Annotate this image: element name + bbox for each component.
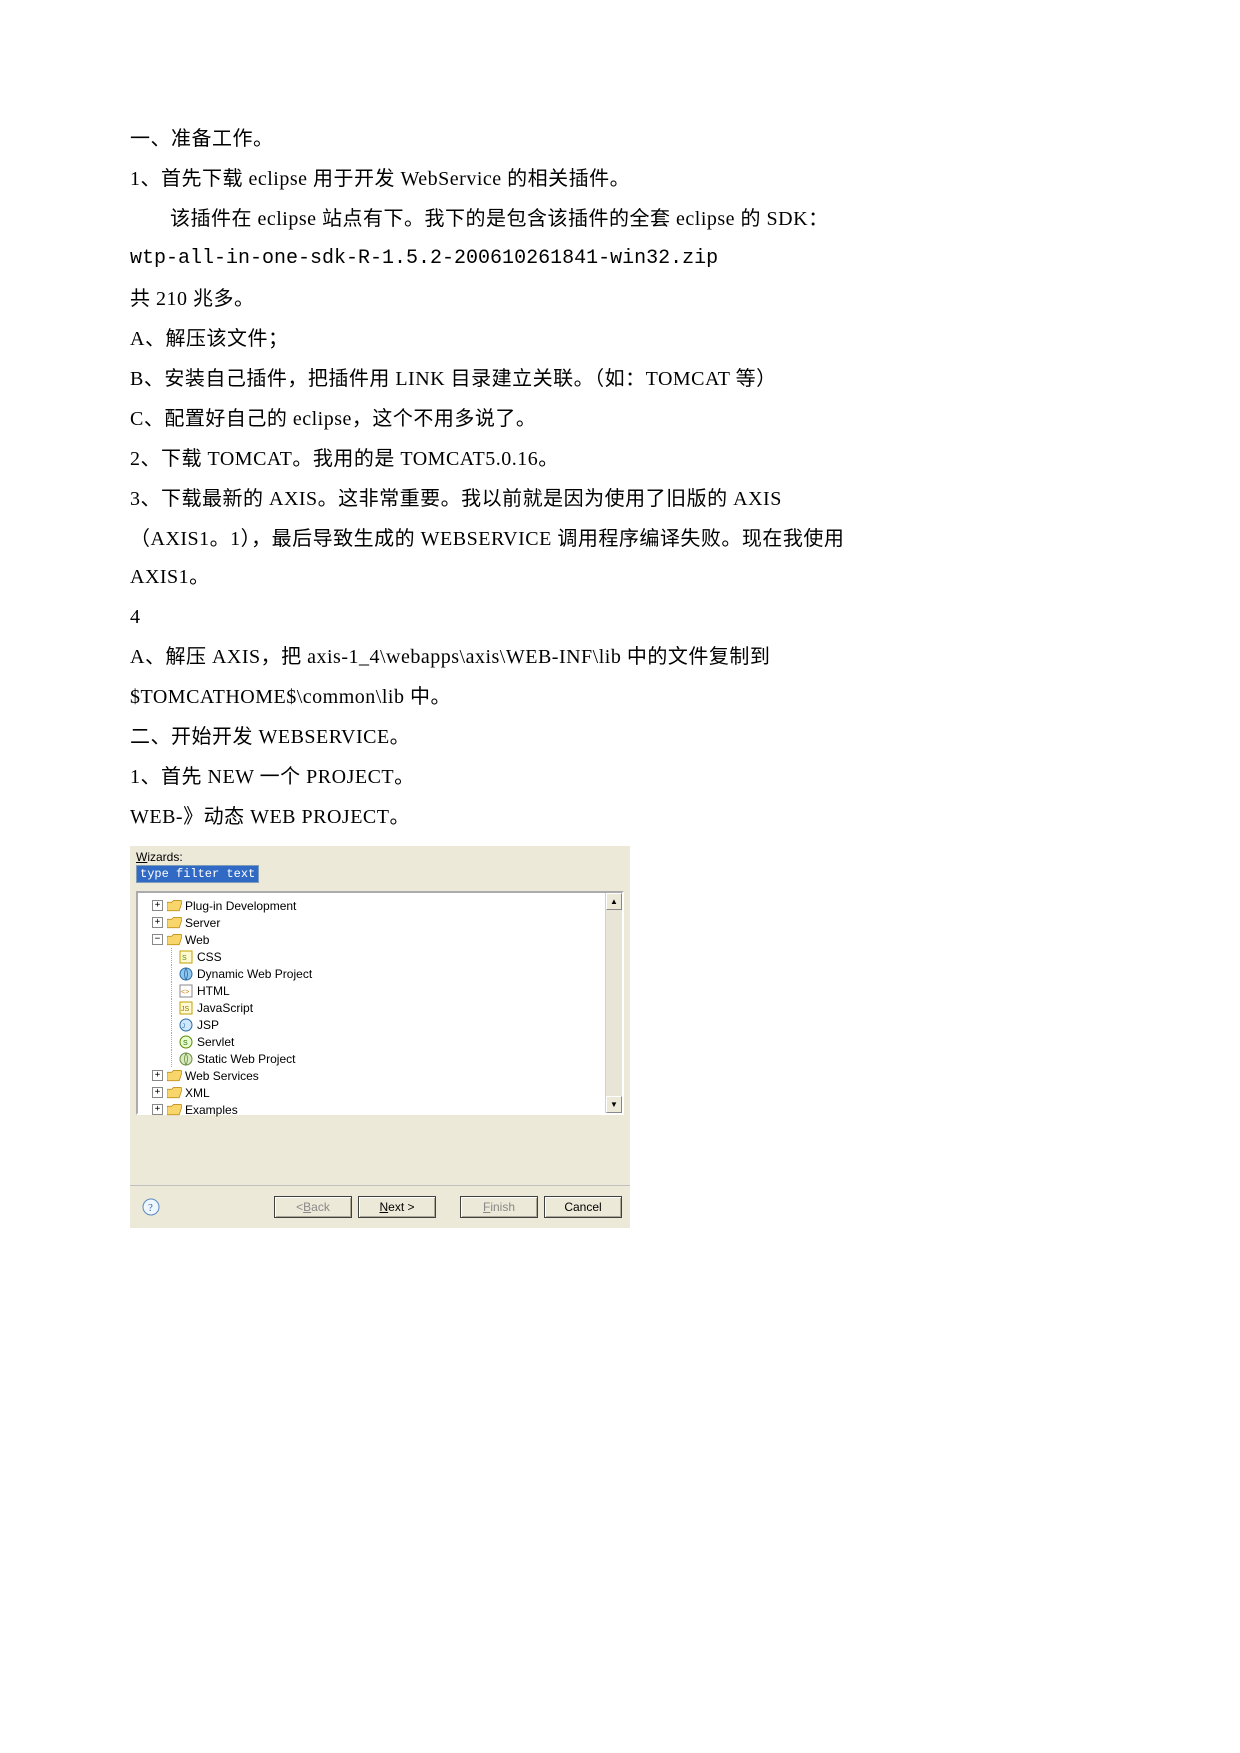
tree-node-examples[interactable]: + Examples <box>140 1101 603 1118</box>
svg-text:JS: JS <box>181 1006 190 1013</box>
tree-label: Servlet <box>197 1035 234 1049</box>
next-button[interactable]: Next > <box>358 1196 436 1218</box>
paragraph: 4 <box>130 598 850 636</box>
scroll-up-icon[interactable]: ▲ <box>606 893 622 910</box>
folder-icon <box>166 1086 182 1100</box>
html-file-icon: <> <box>178 984 194 998</box>
tree-label: JSP <box>197 1018 219 1032</box>
wizard-filter-input[interactable]: type filter text <box>136 865 259 883</box>
paragraph: A、解压该文件； <box>130 320 850 358</box>
folder-open-icon <box>166 933 182 947</box>
expand-icon[interactable]: + <box>152 1070 163 1081</box>
tree-node-html[interactable]: <> HTML <box>140 982 603 999</box>
tree-label: CSS <box>197 950 222 964</box>
tree-node-jsp[interactable]: J JSP <box>140 1016 603 1033</box>
tree-node-plugin-dev[interactable]: + Plug-in Development <box>140 897 603 914</box>
paragraph: C、配置好自己的 eclipse，这个不用多说了。 <box>130 400 850 438</box>
tree-label: Examples <box>185 1103 238 1117</box>
tree-node-server[interactable]: + Server <box>140 914 603 931</box>
paragraph: 共 210 兆多。 <box>130 280 850 318</box>
folder-icon <box>166 1103 182 1117</box>
jsp-file-icon: J <box>178 1018 194 1032</box>
paragraph: 二、开始开发 WEBSERVICE。 <box>130 718 850 756</box>
paragraph: 一、准备工作。 <box>130 120 850 158</box>
globe-icon <box>178 967 194 981</box>
wizard-tree[interactable]: + Plug-in Development + Server − <box>136 891 624 1115</box>
new-project-wizard: Wizards: type filter text + Plug-in Deve… <box>130 846 630 1228</box>
tree-label: Dynamic Web Project <box>197 967 312 981</box>
paragraph: 1、首先 NEW 一个 PROJECT。 <box>130 758 850 796</box>
tree-label: Static Web Project <box>197 1052 295 1066</box>
tree-node-servlet[interactable]: S Servlet <box>140 1033 603 1050</box>
paragraph: B、安装自己插件，把插件用 LINK 目录建立关联。（如：TOMCAT 等） <box>130 360 850 398</box>
paragraph: 该插件在 eclipse 站点有下。我下的是包含该插件的全套 eclipse 的… <box>130 200 850 238</box>
tree-label: Plug-in Development <box>185 899 296 913</box>
tree-label: Web Services <box>185 1069 259 1083</box>
finish-button[interactable]: Finish <box>460 1196 538 1218</box>
cancel-button[interactable]: Cancel <box>544 1196 622 1218</box>
css-file-icon: S <box>178 950 194 964</box>
tree-node-css[interactable]: S CSS <box>140 948 603 965</box>
scroll-down-icon[interactable]: ▼ <box>606 1096 622 1113</box>
tree-node-js[interactable]: JS JavaScript <box>140 999 603 1016</box>
folder-icon <box>166 1069 182 1083</box>
tree-node-xml[interactable]: + XML <box>140 1084 603 1101</box>
paragraph: 2、下载 TOMCAT。我用的是 TOMCAT5.0.16。 <box>130 440 850 478</box>
svg-text:?: ? <box>148 1202 153 1214</box>
wizard-button-row: ? < Back Next > Finish Cancel <box>130 1185 630 1228</box>
tree-label: Web <box>185 933 209 947</box>
tree-node-dynamic-web[interactable]: Dynamic Web Project <box>140 965 603 982</box>
tree-node-web[interactable]: − Web <box>140 931 603 948</box>
svg-text:S: S <box>183 1040 188 1047</box>
tree-label: Server <box>185 916 220 930</box>
folder-icon <box>166 899 182 913</box>
tree-label: HTML <box>197 984 230 998</box>
paragraph: 3、下载最新的 AXIS。这非常重要。我以前就是因为使用了旧版的 AXIS <box>130 480 850 518</box>
collapse-icon[interactable]: − <box>152 934 163 945</box>
paragraph: wtp-all-in-one-sdk-R-1.5.2-200610261841-… <box>130 240 850 278</box>
tree-node-static-web[interactable]: Static Web Project <box>140 1050 603 1067</box>
paragraph: A、解压 AXIS，把 axis-1_4\webapps\axis\WEB-IN… <box>130 638 850 676</box>
tree-node-web-services[interactable]: + Web Services <box>140 1067 603 1084</box>
expand-icon[interactable]: + <box>152 900 163 911</box>
tree-label: XML <box>185 1086 210 1100</box>
paragraph: WEB-》动态 WEB PROJECT。 <box>130 798 850 836</box>
svg-text:J: J <box>182 1024 185 1030</box>
help-icon[interactable]: ? <box>142 1198 160 1216</box>
servlet-icon: S <box>178 1035 194 1049</box>
tree-label: JavaScript <box>197 1001 253 1015</box>
paragraph: $TOMCATHOME$\common\lib 中。 <box>130 678 850 716</box>
vertical-scrollbar[interactable]: ▲ ▼ <box>605 893 622 1113</box>
expand-icon[interactable]: + <box>152 1104 163 1115</box>
paragraph: 1、首先下载 eclipse 用于开发 WebService 的相关插件。 <box>130 160 850 198</box>
svg-text:<>: <> <box>181 989 189 996</box>
back-button[interactable]: < Back <box>274 1196 352 1218</box>
expand-icon[interactable]: + <box>152 1087 163 1098</box>
paragraph: （AXIS1。1），最后导致生成的 WEBSERVICE 调用程序编译失败。现在… <box>130 520 850 596</box>
svg-text:S: S <box>182 955 187 962</box>
expand-icon[interactable]: + <box>152 917 163 928</box>
wizards-label: Wizards: <box>136 850 624 864</box>
javascript-file-icon: JS <box>178 1001 194 1015</box>
globe-icon <box>178 1052 194 1066</box>
folder-icon <box>166 916 182 930</box>
document-page: 一、准备工作。 1、首先下载 eclipse 用于开发 WebService 的… <box>0 0 980 1288</box>
